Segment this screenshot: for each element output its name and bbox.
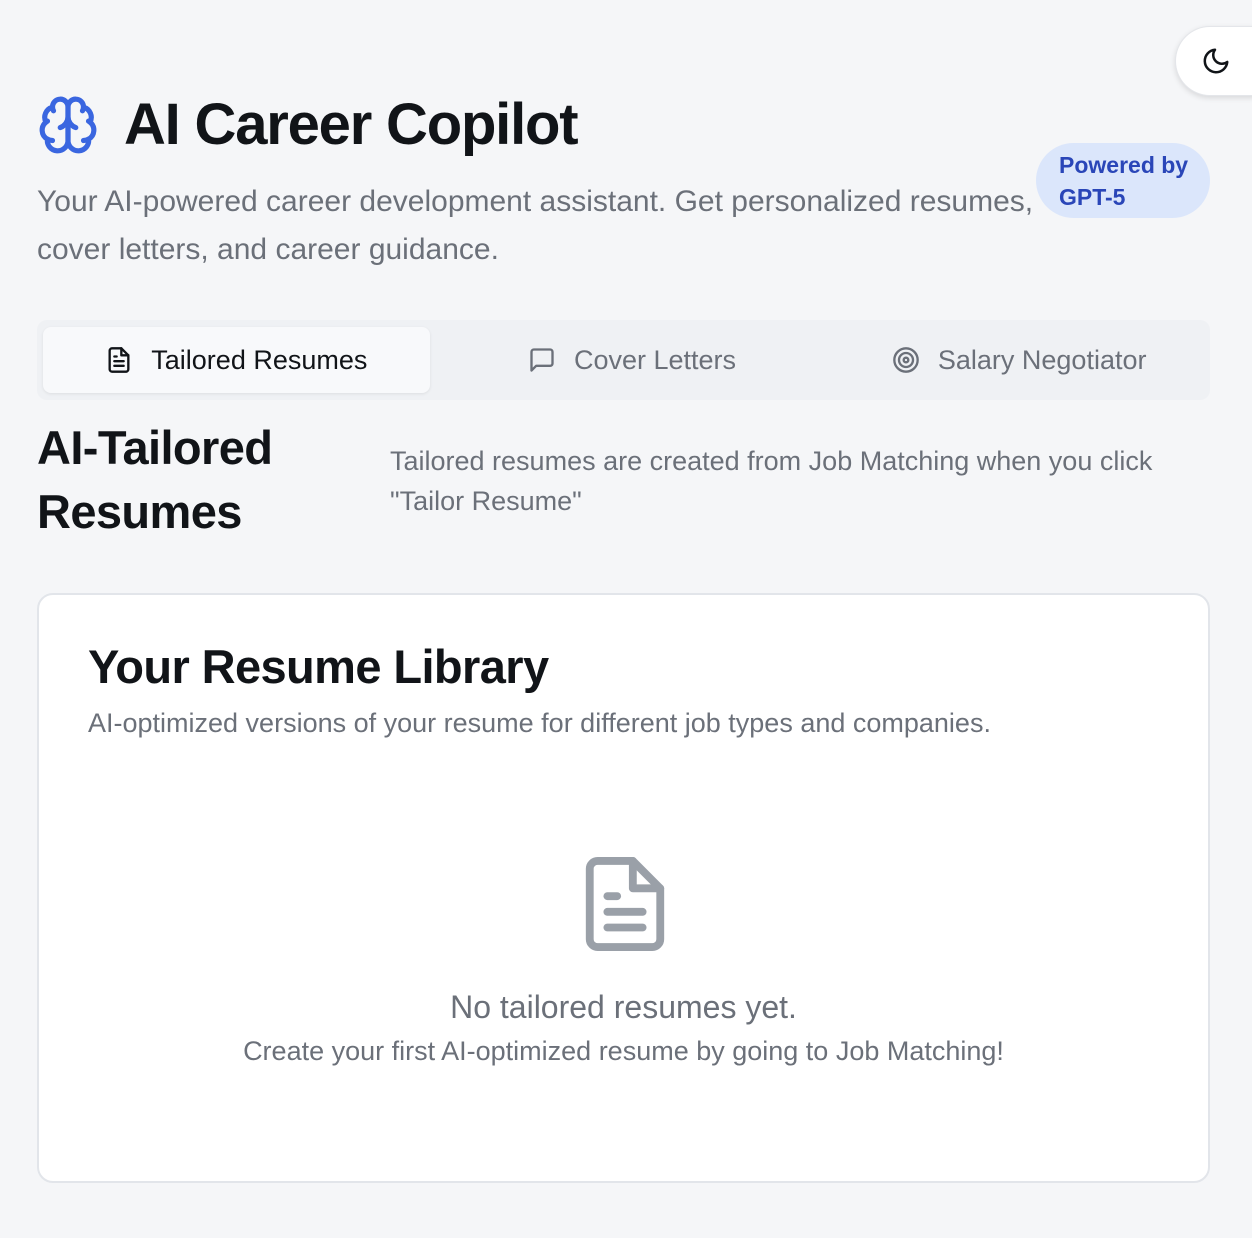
header: AI Career Copilot [37,90,579,160]
title-row: AI Career Copilot [37,90,579,160]
page: AI Career Copilot Your AI-powered career… [0,0,1252,1238]
message-square-icon [530,348,554,372]
section-title: AI-Tailored Resumes [37,421,273,538]
card-title: Your Resume Library [88,640,549,693]
section-note: Tailored resumes are created from Job Ma… [390,446,1153,516]
theme-toggle-button[interactable] [1175,26,1252,96]
tab-salary-negotiator[interactable]: Salary Negotiator [834,327,1204,393]
tab-label: Salary Negotiator [937,344,1147,375]
empty-state-text: Create your first AI-optimized resume by… [243,1036,1004,1066]
tab-cover-letters[interactable]: Cover Letters [430,327,835,393]
tab-list: Tailored Resumes Cover Letters Salary Ne… [37,320,1210,400]
app-subtitle: Your AI-powered career development assis… [37,185,1034,266]
powered-by-badge: Powered by GPT-5 [1036,143,1210,218]
target-icon [893,347,919,373]
tab-label: Tailored Resumes [151,344,368,375]
tab-tailored-resumes[interactable]: Tailored Resumes [43,327,430,393]
card-description: AI-optimized versions of your resume for… [88,708,991,738]
resume-library-card: Your Resume Library AI-optimized version… [37,593,1210,1183]
app-title: AI Career Copilot [124,92,579,157]
empty-state-title: No tailored resumes yet. [450,989,797,1025]
file-text-icon [585,857,665,951]
tab-label: Cover Letters [573,344,737,375]
brain-icon [39,96,97,154]
file-text-icon [108,347,130,373]
moon-icon [1203,48,1229,74]
